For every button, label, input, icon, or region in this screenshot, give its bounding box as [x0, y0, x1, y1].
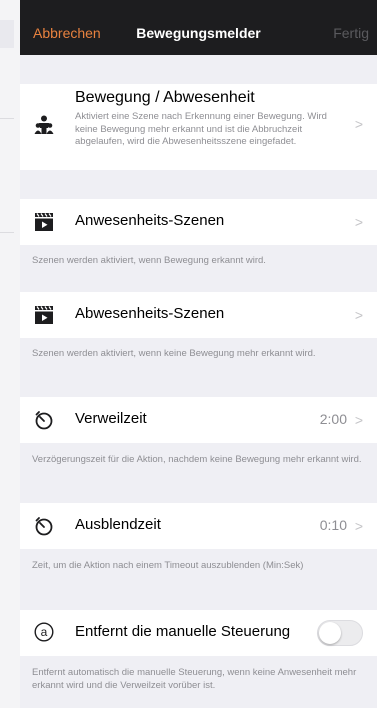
motion-absence-title: Bewegung / Abwesenheit	[75, 89, 255, 106]
dwell-time-cell[interactable]: Verweilzeit 2:00 >	[20, 397, 377, 443]
presence-scenes-cell[interactable]: Anwesenheits-Szenen >	[20, 199, 377, 245]
navigation-bar: Abbrechen Bewegungsmelder Fertig	[20, 0, 377, 55]
presence-scenes-title: Anwesenheits-Szenen	[75, 212, 225, 229]
page-title: Bewegungsmelder	[136, 25, 261, 41]
motion-detector-sheet: Abbrechen Bewegungsmelder Fertig Bewegun…	[20, 0, 377, 708]
fadeout-time-value: 0:10	[319, 517, 347, 533]
motion-absence-description: Aktiviert eine Szene nach Erkennung eine…	[75, 111, 327, 147]
absence-scenes-cell[interactable]: Abwesenheits-Szenen >	[20, 292, 377, 338]
background-screen	[0, 0, 20, 708]
circled-a-icon: a	[34, 622, 54, 642]
circled-a-letter: a	[41, 625, 48, 639]
remove-manual-control-title: Entfernt die manuelle Steuerung	[75, 623, 291, 640]
dwell-time-title: Verweilzeit	[75, 410, 147, 427]
timer-icon	[35, 411, 53, 430]
remove-manual-control-footer: Entfernt automatisch die manuelle Steuer…	[32, 667, 357, 691]
dwell-time-footer: Verzögerungszeit für die Aktion, nachdem…	[32, 454, 362, 465]
fadeout-time-title: Ausblendzeit	[75, 516, 161, 533]
remove-manual-control-toggle[interactable]	[317, 620, 363, 646]
dwell-time-value: 2:00	[319, 411, 347, 427]
presence-scenes-footer: Szenen werden aktiviert, wenn Bewegung e…	[32, 255, 266, 266]
toggle-knob	[319, 622, 341, 644]
chevron-right-icon: >	[354, 214, 363, 230]
chevron-right-icon: >	[354, 412, 363, 428]
absence-scenes-title: Abwesenheits-Szenen	[75, 305, 225, 322]
done-button[interactable]: Fertig	[333, 25, 369, 41]
clapperboard-icon	[35, 306, 53, 324]
background-divider	[0, 118, 14, 119]
absence-scenes-footer: Szenen werden aktiviert, wenn keine Bewe…	[32, 348, 316, 359]
chevron-right-icon: >	[354, 518, 363, 534]
people-icon	[34, 115, 54, 134]
timer-icon	[35, 517, 53, 536]
fadeout-time-cell[interactable]: Ausblendzeit 0:10 >	[20, 503, 377, 549]
clapperboard-icon	[35, 213, 53, 231]
background-strip	[0, 20, 14, 48]
fadeout-time-footer: Zeit, um die Aktion nach einem Timeout a…	[32, 560, 304, 571]
chevron-right-icon: >	[354, 307, 363, 323]
chevron-right-icon: >	[354, 116, 363, 132]
background-divider	[0, 232, 14, 233]
